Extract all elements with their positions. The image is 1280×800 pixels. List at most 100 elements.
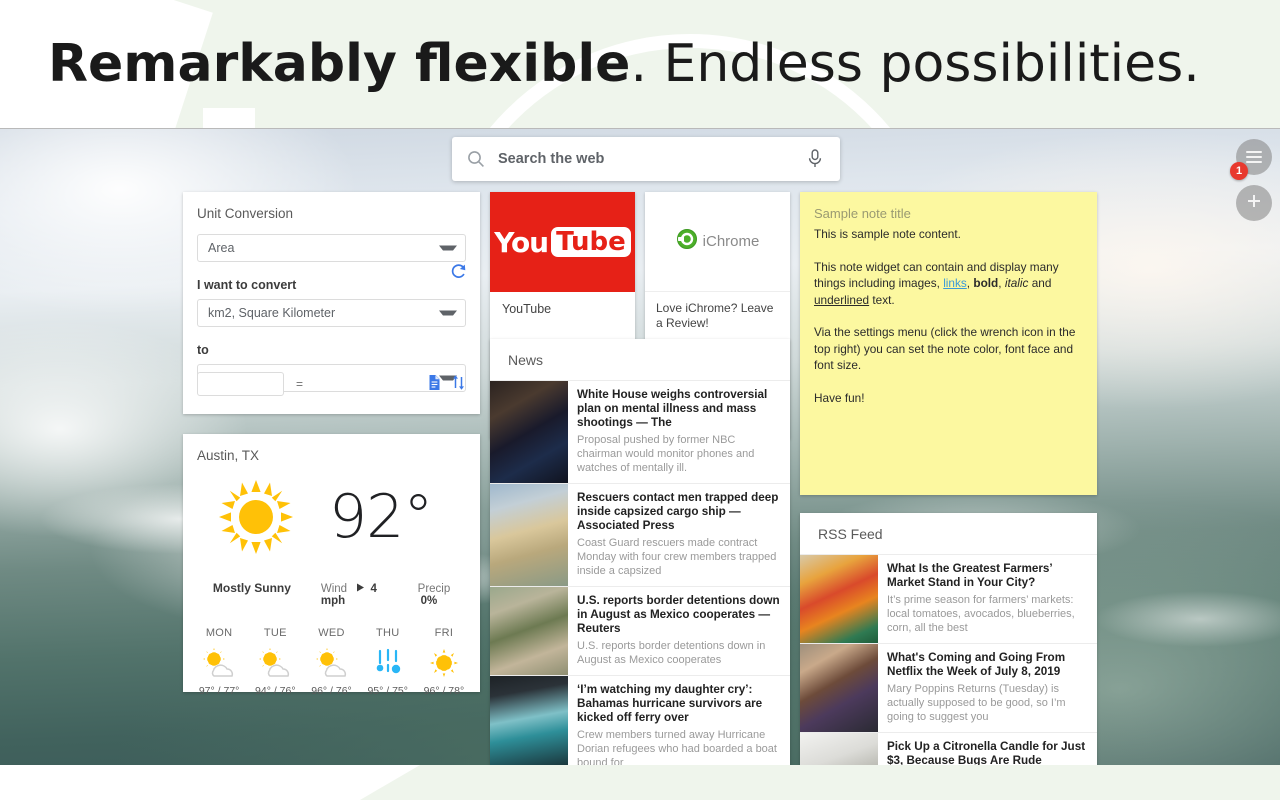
news-item-text: White House weighs controversial plan on… xyxy=(568,381,790,483)
forecast-temps: 95° / 75° xyxy=(367,685,408,697)
news-thumbnail xyxy=(490,587,568,675)
news-widget: News White House weighs controversial pl… xyxy=(490,339,790,765)
rss-item[interactable]: What's Coming and Going From Netflix the… xyxy=(800,644,1097,733)
news-thumbnail xyxy=(490,381,568,483)
note-paragraph-3: Via the settings menu (click the wrench … xyxy=(814,325,1076,372)
news-item-desc: Proposal pushed by former NBC chairman w… xyxy=(577,434,755,474)
weather-condition: Mostly Sunny xyxy=(212,581,291,595)
forecast-temps: 94° / 76° xyxy=(255,685,296,697)
news-widget-title: News xyxy=(490,339,790,381)
rss-feed-widget: RSS Feed What Is the Greatest Farmers’ M… xyxy=(800,513,1097,765)
news-item-desc: U.S. reports border detentions down in A… xyxy=(577,640,766,666)
forecast-day-name: MON xyxy=(205,627,233,639)
news-item-text: ‘I’m watching my daughter cry’: Bahamas … xyxy=(568,676,790,765)
note-widget[interactable]: Sample note title This is sample note co… xyxy=(800,192,1097,495)
refresh-icon[interactable] xyxy=(450,263,467,285)
news-item-title: ‘I’m watching my daughter cry’: Bahamas … xyxy=(577,683,763,724)
rain-icon xyxy=(360,643,416,683)
equals-sign: = xyxy=(296,377,304,391)
rss-item-title: What Is the Greatest Farmers’ Market Sta… xyxy=(887,562,1052,589)
news-item-title: U.S. reports border detentions down in A… xyxy=(577,594,780,635)
forecast-day: TUE 94° / 76° xyxy=(247,627,303,697)
rss-item[interactable]: What Is the Greatest Farmers’ Market Sta… xyxy=(800,555,1097,644)
news-item[interactable]: White House weighs controversial plan on… xyxy=(490,381,790,484)
add-widget-button[interactable] xyxy=(1236,185,1272,221)
swap-vertical-icon[interactable] xyxy=(451,374,466,396)
weather-precip: Precip 0% xyxy=(418,583,470,607)
headline-light-part: . Endless possibilities. xyxy=(630,34,1200,94)
weather-precip-value: 0% xyxy=(420,595,438,607)
note-body: This is sample note content. This note w… xyxy=(800,221,1097,406)
forecast-day-name: TUE xyxy=(263,627,287,639)
note-bold-text: bold xyxy=(973,276,999,290)
copy-document-icon[interactable] xyxy=(427,374,442,396)
notification-badge: 1 xyxy=(1230,162,1248,180)
rss-thumbnail xyxy=(800,555,878,643)
weather-wind: Wind 4 mph xyxy=(321,583,400,607)
news-item[interactable]: U.S. reports border detentions down in A… xyxy=(490,587,790,676)
news-thumbnail xyxy=(490,676,568,765)
forecast-temps: 97° / 77° xyxy=(198,685,240,697)
forecast-day: FRI 96° / 78° xyxy=(416,627,472,697)
microphone-icon[interactable] xyxy=(806,148,824,170)
weather-current: 92° xyxy=(183,463,480,565)
forecast-temps: 96° / 76° xyxy=(311,685,352,697)
convert-from-select[interactable]: km2, Square Kilometer xyxy=(197,299,466,327)
youtube-tile-label: YouTube xyxy=(502,302,552,316)
news-item-title: White House weighs controversial plan on… xyxy=(577,388,768,429)
sun-behind-cloud-icon xyxy=(303,643,359,683)
convert-from-label: I want to convert xyxy=(197,278,297,292)
rss-item-title: Pick Up a Citronella Candle for Just $3,… xyxy=(887,740,1086,765)
news-item-desc: Crew members turned away Hurricane Doria… xyxy=(577,729,777,765)
rss-item-text: Pick Up a Citronella Candle for Just $3,… xyxy=(878,733,1097,765)
plus-icon xyxy=(1245,192,1263,215)
convert-to-label: to xyxy=(197,343,209,357)
note-p2-post: text. xyxy=(869,292,895,307)
note-p2-mid3: and xyxy=(1028,276,1052,290)
hamburger-menu-icon xyxy=(1246,148,1262,166)
decorative-green-wedge xyxy=(360,765,1280,800)
sun-icon xyxy=(183,469,329,565)
rss-item-title: What's Coming and Going From Netflix the… xyxy=(887,651,1066,678)
search-input[interactable] xyxy=(498,151,806,167)
news-item-title: Rescuers contact men trapped deep inside… xyxy=(577,491,779,532)
rss-item-text: What's Coming and Going From Netflix the… xyxy=(878,644,1097,732)
weather-widget: Austin, TX 92° Mostly Sunny Wind 4 mph P… xyxy=(183,434,480,697)
sun-behind-cloud-icon xyxy=(247,643,303,683)
forecast-day-name: FRI xyxy=(434,627,454,639)
sun-icon xyxy=(416,643,472,683)
browser-viewport: 1 Unit Conversion Area I want to convert… xyxy=(0,128,1280,765)
search-bar[interactable] xyxy=(452,137,840,181)
news-item-text: U.S. reports border detentions down in A… xyxy=(568,587,790,675)
conversion-amount-input[interactable] xyxy=(197,372,284,396)
forecast-temps: 96° / 78° xyxy=(423,685,465,697)
convert-from-value: km2, Square Kilometer xyxy=(208,306,336,320)
news-item[interactable]: Rescuers contact men trapped deep inside… xyxy=(490,484,790,587)
news-item[interactable]: ‘I’m watching my daughter cry’: Bahamas … xyxy=(490,676,790,765)
ichrome-logo-icon: iChrome xyxy=(645,192,790,292)
note-link[interactable]: links xyxy=(943,276,967,290)
conversion-actions xyxy=(427,374,466,396)
news-item-text: Rescuers contact men trapped deep inside… xyxy=(568,484,790,586)
note-paragraph-2: This note widget can contain and display… xyxy=(814,259,1083,309)
unit-category-select[interactable]: Area xyxy=(197,234,466,262)
sun-behind-cloud-icon xyxy=(191,643,247,683)
forecast-day-name: WED xyxy=(318,627,345,639)
rss-item[interactable]: Pick Up a Citronella Candle for Just $3,… xyxy=(800,733,1097,765)
rss-thumbnail xyxy=(800,733,878,765)
note-line-1: This is sample note content. xyxy=(814,227,961,241)
headline-bold-part: Remarkably flexible xyxy=(48,34,631,94)
weather-temperature: 92° xyxy=(329,482,433,552)
rss-thumbnail xyxy=(800,644,878,732)
unit-category-value: Area xyxy=(208,241,235,255)
weather-wind-label: Wind xyxy=(320,583,348,595)
ichrome-tile-label: Love iChrome? Leave a Review! xyxy=(656,301,774,330)
youtube-logo-tube: Tube xyxy=(551,227,631,257)
unit-conversion-title: Unit Conversion xyxy=(197,206,294,221)
rss-item-desc: It’s prime season for farmers’ markets: … xyxy=(887,594,1075,634)
forecast-day-name: THU xyxy=(375,627,400,639)
note-paragraph-4: Have fun! xyxy=(814,390,865,405)
promo-banner: Remarkably flexible. Endless possibiliti… xyxy=(0,0,1280,128)
chevron-down-icon xyxy=(439,310,457,316)
youtube-logo-icon: You Tube xyxy=(490,192,635,292)
